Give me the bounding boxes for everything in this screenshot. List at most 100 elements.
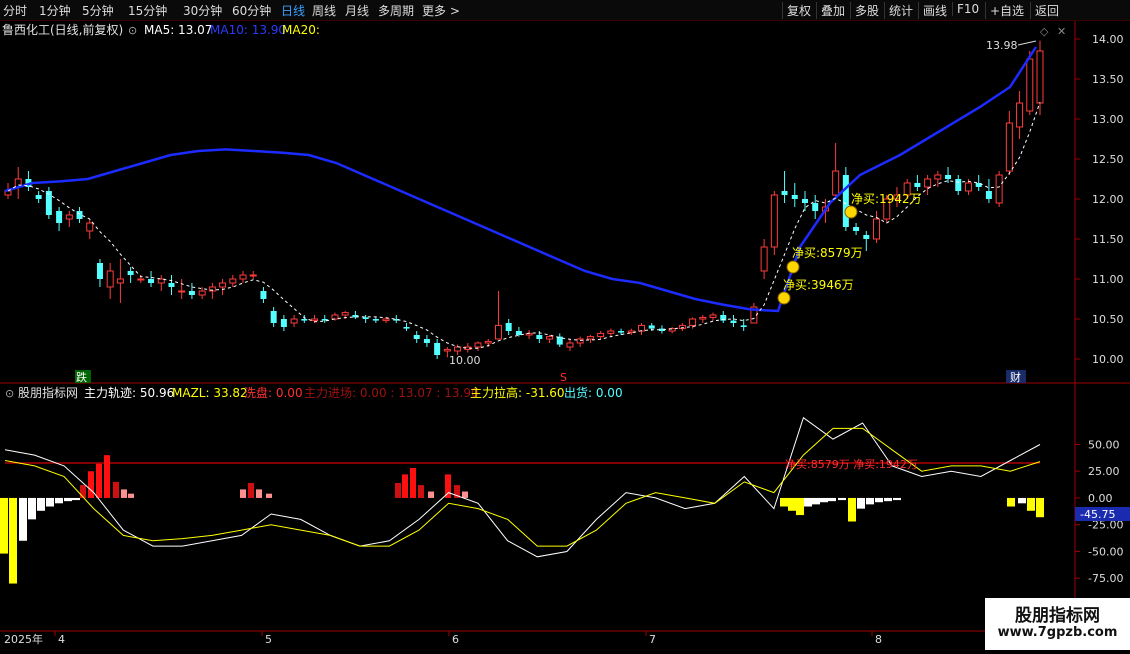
candle-body [137, 278, 145, 281]
chart-area[interactable]: 鲁西化工(日线,前复权) ⊙ MA5: 13.07 MA10: 13.90 MA… [0, 21, 1130, 654]
current-value: -45.75 [1080, 508, 1115, 521]
moneybag-icon[interactable] [777, 291, 791, 305]
candle-body [607, 330, 615, 334]
indicator-neg-bar [55, 497, 63, 504]
tab-more[interactable]: 更多 > [422, 2, 460, 19]
indicator-dropdown-icon[interactable]: ⊙ [5, 387, 14, 400]
price-axis-labels: 14.00 13.50 13.00 12.50 12.00 11.50 11.00 10.50… [1092, 33, 1124, 366]
indicator-neg-bar [28, 497, 36, 520]
candle-body [341, 312, 349, 316]
month-label: 4 [58, 633, 65, 646]
tag-s[interactable]: S [560, 371, 567, 384]
diamond-icon[interactable]: ◇ [1040, 25, 1049, 38]
tab-multi-period[interactable]: 多周期 [378, 2, 414, 19]
indicator-neg-bar [788, 497, 796, 511]
candle-body [536, 335, 543, 339]
btn-duogu[interactable]: 多股 [850, 2, 879, 19]
candle-body [995, 174, 1003, 204]
btn-add-watchlist[interactable]: +自选 [985, 2, 1024, 19]
moneybag-icon[interactable] [786, 260, 800, 274]
dropdown-icon[interactable]: ⊙ [128, 24, 137, 37]
indicator-neg-bar [838, 497, 846, 501]
tab-weekly[interactable]: 周线 [312, 2, 336, 19]
tab-5min[interactable]: 5分钟 [82, 2, 114, 19]
close-icon[interactable]: ✕ [1057, 25, 1066, 38]
candle-body [362, 317, 369, 319]
indicator-tick-label: 50.00 [1088, 438, 1120, 451]
indicator-grid [1075, 443, 1080, 606]
indicator-neg-bar [1036, 497, 1044, 518]
tab-monthly[interactable]: 月线 [345, 2, 369, 19]
candle-body [1016, 102, 1024, 128]
moneybag-icon[interactable] [844, 205, 858, 219]
indicator-neg-bar [796, 497, 804, 516]
tab-30min[interactable]: 30分钟 [183, 2, 222, 19]
indicator-neg-bar [1007, 497, 1015, 507]
btn-fuquan[interactable]: 复权 [782, 2, 811, 19]
candle-body [648, 325, 655, 329]
tag-cai[interactable]: 财 [1010, 370, 1021, 384]
kline-chart-svg[interactable]: 鲁西化工(日线,前复权) ⊙ MA5: 13.07 MA10: 13.90 MA… [0, 21, 1130, 650]
low-marker: 10.00 [449, 354, 481, 367]
candle-body [494, 324, 502, 340]
tag-die[interactable]: 跌 [76, 370, 87, 384]
candle-body [168, 283, 175, 287]
accumulation-bar [113, 481, 119, 498]
indicator-tick-label: 25.00 [1088, 465, 1120, 478]
candle-body [1026, 58, 1034, 112]
indicator-neg-bar [875, 497, 883, 503]
watermark-box: 股朋指标网 www.7gpzb.com [985, 598, 1130, 650]
lagao-label: 主力拉高: -31.60 [470, 385, 565, 400]
zhuli-label: 主力轨迹: 50.96 [84, 386, 174, 400]
candle-body [791, 195, 798, 199]
candle-body [454, 346, 462, 352]
candle-body [1036, 50, 1044, 104]
tab-15min[interactable]: 15分钟 [128, 2, 167, 19]
candle-body [96, 263, 103, 279]
price-tick-label: 10.00 [1092, 353, 1124, 366]
price-tick-label: 13.50 [1092, 73, 1124, 86]
candle-body [740, 325, 747, 327]
tab-1min[interactable]: 1分钟 [39, 2, 71, 19]
candle-body [964, 182, 972, 192]
candle-body [148, 279, 155, 283]
tab-daily[interactable]: 日线 [281, 2, 305, 19]
candle-body [1005, 122, 1013, 172]
candle-body [423, 339, 430, 343]
period-toolbar: 分时 1分钟 5分钟 15分钟 30分钟 60分钟 日线 周线 月线 多周期 更… [0, 0, 1130, 21]
stock-title: 鲁西化工(日线,前复权) [2, 22, 123, 37]
tab-fenshi[interactable]: 分时 [3, 2, 27, 19]
indicator-neg-bar [37, 497, 45, 511]
accumulation-bar [240, 489, 246, 498]
btn-back[interactable]: 返回 [1030, 2, 1059, 19]
candle-body [484, 340, 492, 344]
accumulation-bar [96, 463, 102, 498]
netbuy-3946: 净买:3946万 [783, 278, 854, 292]
tab-60min[interactable]: 60分钟 [232, 2, 271, 19]
candle-body [812, 203, 819, 211]
indicator-tick-label: -75.00 [1088, 572, 1123, 585]
candle-body [842, 175, 849, 227]
candle-body [770, 194, 778, 248]
candle-body [955, 179, 962, 191]
indicator-axis-labels: 50.0025.000.00-25.00-50.00-75.00-100.0 [1088, 438, 1123, 612]
btn-diejia[interactable]: 叠加 [816, 2, 845, 19]
accumulation-bar [80, 485, 86, 498]
candle-body [434, 343, 441, 355]
indicator-neg-bar [1027, 497, 1035, 511]
accumulation-bar [428, 491, 434, 498]
btn-f10[interactable]: F10 [952, 2, 979, 16]
candle-body [505, 323, 512, 331]
ma20-label: MA20: [282, 23, 320, 37]
candle-body [597, 332, 605, 338]
btn-tongji[interactable]: 统计 [884, 2, 913, 19]
btn-huaxian[interactable]: 画线 [918, 2, 947, 19]
candle-body [934, 174, 942, 180]
netbuy-1942: 净买:1942万 [851, 192, 922, 206]
candle-body [832, 170, 840, 196]
candle-body [566, 342, 574, 348]
price-tick-label: 11.50 [1092, 233, 1124, 246]
watermark-url: www.7gpzb.com [997, 625, 1118, 640]
candle-body [239, 274, 247, 280]
accumulation-bar [248, 482, 254, 498]
